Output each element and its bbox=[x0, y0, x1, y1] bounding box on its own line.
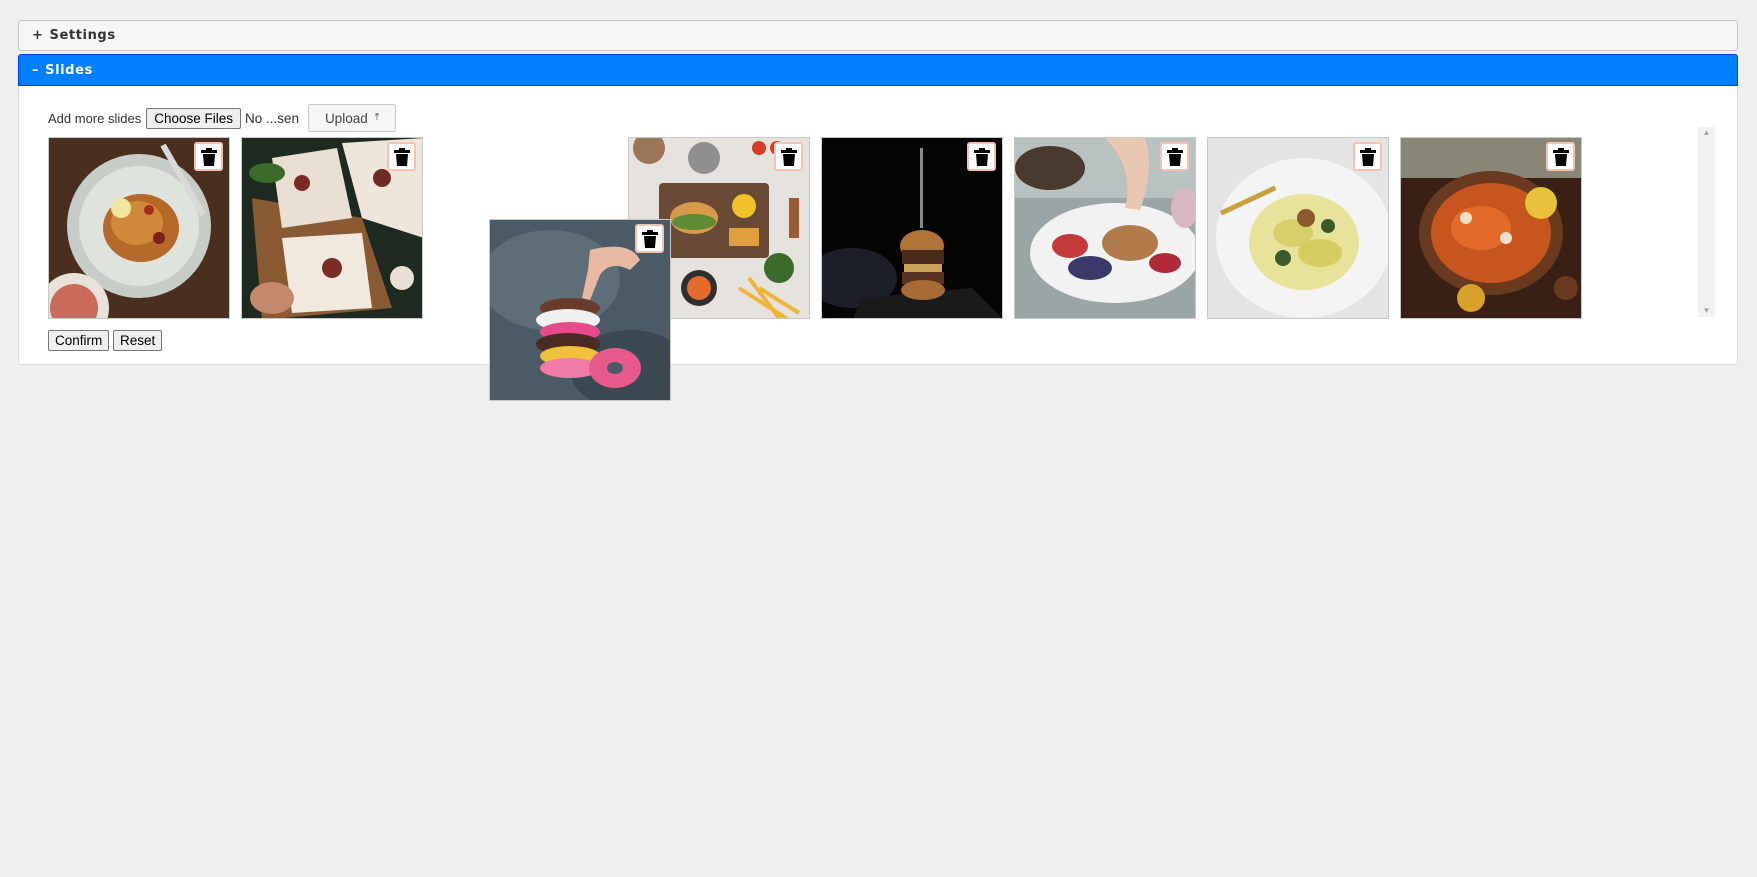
delete-slide-button[interactable] bbox=[194, 142, 223, 171]
slides-label: Slides bbox=[45, 62, 93, 78]
upload-row: Add more slides Choose Files No ...sen U… bbox=[48, 104, 397, 132]
trash-icon bbox=[1552, 147, 1569, 166]
no-file-chosen-text: No ...sen bbox=[245, 110, 300, 126]
reset-button[interactable]: Reset bbox=[113, 330, 163, 351]
confirm-button[interactable]: Confirm bbox=[48, 330, 110, 351]
slide-thumbnail[interactable] bbox=[1014, 137, 1196, 319]
trash-icon bbox=[1166, 147, 1183, 166]
scroll-up-icon[interactable]: ▲ bbox=[1698, 127, 1715, 139]
collapse-icon: – bbox=[32, 62, 40, 78]
slide-thumbnail[interactable] bbox=[821, 137, 1003, 319]
slide-thumbnail[interactable] bbox=[241, 137, 423, 319]
settings-accordion-header[interactable]: + Settings bbox=[18, 20, 1738, 51]
trash-icon bbox=[780, 147, 797, 166]
trash-icon bbox=[393, 147, 410, 166]
trash-icon bbox=[973, 147, 990, 166]
slide-thumbnail[interactable] bbox=[1207, 137, 1389, 319]
slides-panel: Add more slides Choose Files No ...sen U… bbox=[18, 86, 1738, 365]
delete-slide-button[interactable] bbox=[387, 142, 416, 171]
scroll-down-icon[interactable]: ▼ bbox=[1698, 305, 1715, 317]
slide-thumbnail[interactable] bbox=[48, 137, 230, 319]
slides-accordion-header[interactable]: – Slides bbox=[18, 54, 1738, 86]
trash-icon bbox=[200, 147, 217, 166]
settings-label: Settings bbox=[49, 28, 116, 43]
upload-button-label: Upload bbox=[324, 110, 368, 126]
delete-slide-button[interactable] bbox=[774, 142, 803, 171]
slides-scrollbar[interactable]: ▲ ▼ bbox=[1698, 127, 1715, 317]
upload-icon: ⤒ bbox=[374, 112, 380, 123]
delete-slide-button[interactable] bbox=[967, 142, 996, 171]
dragged-slide-thumbnail[interactable] bbox=[489, 219, 671, 401]
delete-slide-button[interactable] bbox=[1160, 142, 1189, 171]
trash-icon bbox=[641, 229, 658, 248]
delete-slide-button[interactable] bbox=[1353, 142, 1382, 171]
delete-slide-button[interactable] bbox=[1546, 142, 1575, 171]
choose-files-button[interactable]: Choose Files bbox=[146, 107, 242, 129]
add-more-slides-label: Add more slides bbox=[48, 110, 142, 126]
expand-icon: + bbox=[32, 28, 44, 43]
slide-thumbnail[interactable] bbox=[1400, 137, 1582, 319]
trash-icon bbox=[1359, 147, 1376, 166]
upload-button[interactable]: Upload ⤒ bbox=[308, 104, 397, 132]
delete-slide-button[interactable] bbox=[635, 224, 664, 253]
